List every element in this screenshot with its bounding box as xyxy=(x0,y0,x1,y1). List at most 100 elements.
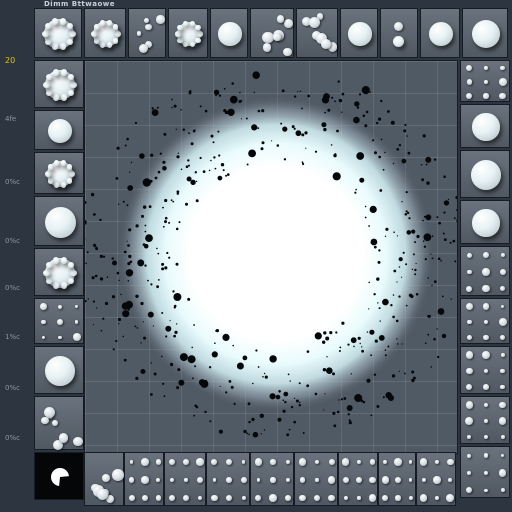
dot-icon xyxy=(299,494,306,502)
palette-tile-top[interactable] xyxy=(420,8,460,58)
speckle-dot xyxy=(162,382,165,385)
dot-icon xyxy=(155,495,162,501)
dot-icon xyxy=(145,23,152,31)
speckle-dot xyxy=(178,221,181,224)
speckle-dot xyxy=(338,399,340,401)
palette-tile-right[interactable] xyxy=(460,246,510,296)
speckle-dot xyxy=(281,89,285,93)
speckle-dot xyxy=(298,382,301,385)
palette-tile-top[interactable] xyxy=(34,8,82,58)
dot-icon xyxy=(284,19,294,29)
speckle-dot xyxy=(159,152,162,155)
dot-icon xyxy=(368,494,376,502)
speckle-dot xyxy=(251,124,258,131)
dot-icon xyxy=(240,477,247,483)
speckle-dot xyxy=(242,355,248,361)
palette-tile-right[interactable] xyxy=(460,446,510,498)
palette-tile-top[interactable] xyxy=(380,8,418,58)
speckle-dot xyxy=(253,91,255,94)
palette-tile-top[interactable] xyxy=(84,8,126,58)
palette-tile-top[interactable] xyxy=(462,8,508,58)
palette-tile-left[interactable] xyxy=(34,248,84,296)
speckle-dot xyxy=(398,295,401,298)
dot-icon xyxy=(283,48,292,57)
palette-tile-right[interactable] xyxy=(460,150,510,198)
speckle-dot xyxy=(99,218,102,222)
palette-tile-top[interactable] xyxy=(168,8,208,58)
speckle-dot xyxy=(425,163,428,166)
palette-tile-bottom[interactable] xyxy=(164,452,206,506)
palette-tile-bottom[interactable] xyxy=(378,452,416,506)
palette-tile-left[interactable] xyxy=(34,298,84,344)
speckle-dot xyxy=(175,227,179,231)
speckle-dot xyxy=(347,413,350,416)
palette-tile-bottom[interactable] xyxy=(124,452,164,506)
speckle-dot xyxy=(85,300,87,303)
speckle-dot xyxy=(339,346,342,349)
speckle-dot xyxy=(277,417,282,422)
speckle-dot xyxy=(438,221,441,225)
palette-tile-right[interactable] xyxy=(460,104,510,148)
particle-glow-render xyxy=(85,71,457,438)
palette-tile-left[interactable] xyxy=(34,396,84,450)
palette-tile-top[interactable] xyxy=(296,8,338,58)
palette-tile-top[interactable] xyxy=(128,8,166,58)
palette-tile-bottom[interactable] xyxy=(206,452,250,506)
speckle-dot xyxy=(288,428,291,431)
dot-icon xyxy=(356,459,362,465)
speckle-dot xyxy=(190,142,194,146)
palette-tile-right[interactable] xyxy=(460,60,510,102)
speckle-dot xyxy=(225,391,228,394)
speckle-dot xyxy=(423,215,426,218)
particle-canvas[interactable] xyxy=(84,60,458,454)
dot-icon xyxy=(241,496,246,500)
dot-icon xyxy=(466,79,473,85)
speckle-dot xyxy=(405,191,408,194)
speckle-dot xyxy=(248,420,251,424)
dot-icon xyxy=(465,417,474,425)
palette-tile-left[interactable] xyxy=(34,452,84,500)
palette-tile-top[interactable] xyxy=(250,8,294,58)
palette-tile-top[interactable] xyxy=(340,8,378,58)
palette-tile-left[interactable] xyxy=(34,152,84,194)
speckle-dot xyxy=(396,281,398,283)
speckle-dot xyxy=(161,355,163,358)
speckle-dot xyxy=(218,154,221,157)
palette-tile-top[interactable] xyxy=(210,8,248,58)
speckle-dot xyxy=(151,109,159,116)
palette-tile-bottom[interactable] xyxy=(416,452,456,506)
dot-icon xyxy=(500,353,505,357)
speckle-dot xyxy=(99,277,104,281)
palette-tile-left[interactable] xyxy=(34,196,84,246)
sphere-icon xyxy=(70,81,77,89)
palette-tile-bottom[interactable] xyxy=(294,452,338,506)
sphere-icon xyxy=(53,159,60,166)
palette-tile-left[interactable] xyxy=(34,60,84,108)
speckle-dot xyxy=(282,126,288,132)
speckle-dot xyxy=(415,262,417,265)
palette-tile-right[interactable] xyxy=(460,396,510,444)
palette-tile-left[interactable] xyxy=(34,346,84,394)
dot-icon xyxy=(342,476,349,484)
sphere-icon xyxy=(99,42,106,48)
dot-icon xyxy=(225,458,233,466)
dot-icon xyxy=(466,285,473,292)
speckle-dot xyxy=(222,169,225,172)
dot-icon xyxy=(72,333,81,342)
speckle-dot xyxy=(401,158,407,164)
speckle-dot xyxy=(295,399,299,403)
palette-tile-bottom[interactable] xyxy=(84,452,124,506)
palette-tile-bottom[interactable] xyxy=(250,452,294,506)
palette-tile-right[interactable] xyxy=(460,298,510,344)
sphere-icon xyxy=(93,38,100,44)
speckle-dot xyxy=(369,205,377,213)
palette-tile-right[interactable] xyxy=(460,346,510,394)
speckle-dot xyxy=(450,298,452,300)
palette-tile-right[interactable] xyxy=(460,200,510,244)
palette-tile-bottom[interactable] xyxy=(338,452,378,506)
speckle-dot xyxy=(421,178,424,182)
speckle-dot xyxy=(117,203,120,205)
dot-icon xyxy=(483,334,489,340)
speckle-dot xyxy=(297,91,299,93)
palette-tile-left[interactable] xyxy=(34,110,84,150)
